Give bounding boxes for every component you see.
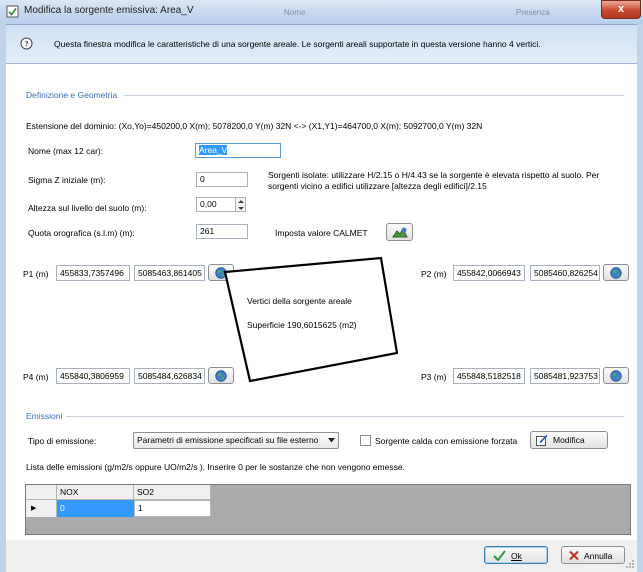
section-title-geometry: Definizione e Geometria	[26, 90, 118, 100]
info-banner: ? Questa finestra modifica le caratteris…	[6, 25, 637, 64]
row-selector-icon[interactable]: ▶	[26, 500, 57, 517]
emission-type-label: Tipo di emissione:	[28, 436, 97, 446]
hot-source-checkbox[interactable]	[360, 435, 371, 446]
p4-label: P4 (m)	[23, 372, 49, 382]
modify-button[interactable]: Modifica	[530, 431, 608, 449]
quota-label: Quota orografica (s.l.m) (m):	[28, 228, 135, 238]
spin-down-icon[interactable]	[238, 206, 244, 211]
calmet-label: Imposta valore CALMET	[275, 228, 368, 238]
height-field[interactable]: 0,00	[196, 197, 236, 212]
p1-x-field[interactable]: 455833,7357496	[56, 265, 130, 281]
name-field-value: Area_V	[199, 145, 228, 155]
p4-map-button[interactable]	[208, 367, 234, 384]
svg-text:?: ?	[25, 40, 29, 49]
cancel-label: Annulla	[584, 551, 613, 561]
emission-list-label: Lista delle emissioni (g/m2/s oppure UO/…	[26, 462, 405, 472]
p1-label: P1 (m)	[23, 269, 49, 279]
calmet-button[interactable]	[386, 223, 413, 241]
quota-field[interactable]: 261	[196, 224, 248, 239]
domain-extent-text: Estensione del dominio: (Xo,Yo)=450200,0…	[26, 121, 483, 131]
edit-icon	[536, 435, 548, 446]
window-frame-right	[637, 24, 643, 572]
ok-button[interactable]: Ok	[484, 546, 548, 564]
vertices-title: Vertici della sorgente areale	[247, 296, 352, 306]
section-title-emissions: Emissioni	[26, 411, 63, 421]
hot-source-label: Sorgente calda con emissione forzata	[375, 436, 518, 446]
sigma-field[interactable]: 0	[196, 172, 248, 187]
column-header-nox[interactable]: NOX	[57, 485, 134, 500]
section-divider	[124, 95, 624, 96]
surface-text: Superficie 190,6015625 (m2)	[247, 320, 357, 330]
cancel-icon	[569, 550, 579, 561]
window-title: Modifica la sorgente emissiva: Area_V	[24, 5, 194, 16]
p3-y-field[interactable]: 5085481,923753	[530, 368, 600, 384]
p1-y-field[interactable]: 5085463,861405	[134, 265, 205, 281]
globe-icon	[610, 267, 622, 279]
app-icon	[6, 5, 19, 18]
p2-map-button[interactable]	[603, 264, 629, 281]
terrain-icon	[392, 227, 408, 238]
close-button[interactable]: x	[601, 0, 641, 19]
info-text: Questa finestra modifica le caratteristi…	[54, 39, 541, 49]
sigma-hint-text: Sorgenti isolate: utilizzare H/2.15 o H/…	[268, 170, 600, 191]
sigma-label: Sigma Z iniziale (m):	[28, 175, 106, 185]
p2-y-field[interactable]: 5085460,826254	[530, 265, 600, 281]
column-header-so2[interactable]: SO2	[134, 485, 211, 500]
emission-type-select[interactable]: Parametri di emissione specificati su fi…	[133, 432, 339, 449]
spin-up-icon[interactable]	[238, 199, 244, 204]
resize-grip-icon[interactable]	[625, 559, 635, 569]
title-bar: Modifica la sorgente emissiva: Area_V No…	[0, 0, 643, 25]
name-label: Nome (max 12 car):	[28, 146, 104, 156]
height-spinner[interactable]	[235, 197, 246, 212]
check-icon	[493, 550, 506, 561]
p4-y-field[interactable]: 5085484,626834	[134, 368, 205, 384]
grid-corner	[26, 485, 57, 500]
emission-type-value: Parametri di emissione specificati su fi…	[137, 435, 319, 445]
ok-label: Ok	[511, 551, 522, 561]
dialog-body: Definizione e Geometria Estensione del d…	[6, 64, 637, 540]
close-icon: x	[617, 3, 625, 15]
p3-map-button[interactable]	[603, 367, 629, 384]
background-tab-nome: Nome	[284, 8, 306, 17]
p2-x-field[interactable]: 455842,0066943	[453, 265, 525, 281]
cell-so2[interactable]: 1	[134, 500, 211, 517]
info-icon: ?	[20, 37, 33, 50]
p3-label: P3 (m)	[421, 372, 447, 382]
cancel-button[interactable]: Annulla	[561, 546, 625, 564]
p4-x-field[interactable]: 455840,3806959	[56, 368, 130, 384]
p2-label: P2 (m)	[421, 269, 447, 279]
modify-label: Modifica	[553, 435, 585, 445]
dialog-footer: Ok Annulla	[6, 540, 637, 570]
name-field[interactable]: Area_V	[195, 143, 281, 158]
p3-x-field[interactable]: 455848,5182518	[453, 368, 525, 384]
chevron-down-icon	[328, 438, 335, 443]
emissions-grid: NOX SO2 ▶ 0 1	[25, 484, 631, 535]
globe-icon	[610, 370, 622, 382]
section-divider	[66, 416, 624, 417]
cell-nox[interactable]: 0	[57, 500, 134, 517]
globe-icon	[215, 370, 227, 382]
background-tab-presenza: Presenza	[516, 8, 550, 17]
height-label: Altezza sul livello del suolo (m):	[28, 203, 147, 213]
